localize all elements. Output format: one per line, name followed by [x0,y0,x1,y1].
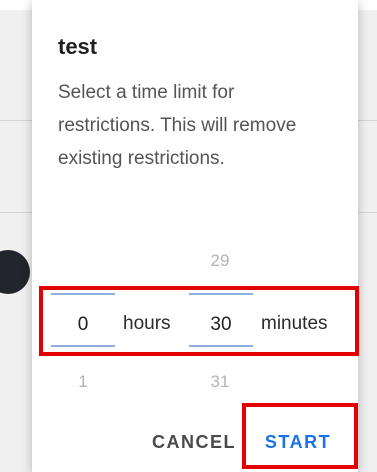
start-button[interactable]: START [250,426,346,458]
minutes-bottom-divider [189,345,253,347]
minutes-label: minutes [261,313,328,334]
hours-next-value[interactable]: 1 [53,372,113,392]
minutes-next-value[interactable]: 31 [190,372,250,392]
hours-input[interactable] [51,310,115,340]
dialog-title: test [58,34,98,59]
cancel-button[interactable]: CANCEL [144,426,244,458]
minutes-previous-value[interactable]: 29 [190,251,250,271]
minutes-input[interactable] [189,310,253,340]
time-limit-dialog: test Select a time limit for restriction… [32,0,358,472]
minutes-top-divider [189,293,253,295]
hours-bottom-divider [51,345,115,347]
hours-label: hours [123,313,171,334]
hours-top-divider [51,293,115,295]
dialog-message: Select a time limit for restrictions. Th… [58,82,297,169]
avatar [0,250,30,294]
